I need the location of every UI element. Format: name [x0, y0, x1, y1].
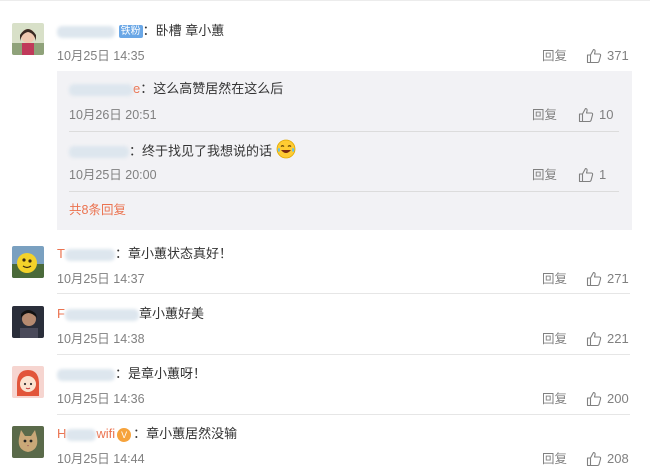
blurred-username [57, 25, 115, 38]
sub-reply-time: 10月25日 20:00 [69, 168, 157, 182]
comment-item: T ：章小蕙状态真好！ 10月25日 14:37 回复 271 [0, 244, 650, 294]
fan-badge: 铁粉 [118, 25, 143, 39]
avatar-cat-icon[interactable] [12, 426, 44, 458]
username-link[interactable]: T [57, 244, 115, 264]
like-button[interactable]: 371 [586, 46, 629, 66]
comment-text: 章小蕙好美 [138, 306, 204, 321]
like-count: 200 [607, 391, 629, 406]
laughing-tears-emoji [276, 139, 296, 165]
username-link[interactable] [69, 141, 129, 161]
blurred-username [64, 308, 139, 321]
avatar-dark-portrait-icon[interactable] [12, 306, 44, 338]
username-link[interactable]: e [69, 79, 140, 99]
blurred-username [64, 248, 115, 261]
sub-reply-text: ：这么高赞居然在这么后 [140, 81, 284, 96]
like-button[interactable]: 200 [586, 389, 629, 409]
thumbs-up-icon [578, 107, 594, 123]
sub-divider [69, 191, 619, 192]
comment-time: 10月25日 14:35 [57, 49, 145, 63]
comment-divider [57, 293, 630, 294]
sub-reply-header: e：这么高赞居然在这么后 [69, 79, 283, 99]
username-link[interactable]: F [57, 304, 139, 324]
sub-divider [69, 131, 619, 132]
username-link[interactable]: 铁粉 [57, 21, 143, 41]
thumbs-up-icon [578, 167, 594, 183]
comment-time: 10月25日 14:44 [57, 452, 145, 466]
like-count: 271 [607, 271, 629, 286]
comment-text: ：章小蕙居然没输 [133, 426, 238, 441]
like-count: 221 [607, 331, 629, 346]
more-replies-link[interactable]: 共8条回复 [69, 201, 126, 219]
like-count: 1 [599, 167, 607, 182]
comment-header: ：是章小蕙呀！ [57, 364, 206, 384]
sub-reply-header: ：终于找见了我想说的话 [69, 139, 296, 159]
sub-reply-text: ：终于找见了我想说的话 [129, 143, 273, 159]
like-button[interactable]: 271 [586, 269, 629, 289]
comment-text: ：卧槽 章小蕙 [142, 23, 225, 38]
reply-button[interactable]: 回复 [542, 47, 567, 65]
comment-item: 铁粉 ：卧槽 章小蕙 10月25日 14:35 回复 371 [0, 21, 650, 71]
sub-reply-time: 10月26日 20:51 [69, 108, 157, 122]
comment-header: F 章小蕙好美 [57, 304, 204, 324]
like-button[interactable]: 221 [586, 329, 629, 349]
sub-reply-item: e：这么高赞居然在这么后 10月26日 20:51 回复 10 [57, 79, 632, 129]
thumbs-up-icon [586, 48, 602, 64]
comment-time: 10月25日 14:38 [57, 332, 145, 346]
comment-item: Hwifi V ：章小蕙居然没输 10月25日 14:44 回复 208 [0, 424, 650, 473]
blurred-username [57, 368, 115, 381]
avatar-yellow-fruit-icon[interactable] [12, 246, 44, 278]
comment-text: ：是章小蕙呀！ [115, 366, 207, 381]
comment-item: F 章小蕙好美 10月25日 14:38 回复 221 [0, 304, 650, 354]
avatar-cartoon-girl-icon[interactable] [12, 366, 44, 398]
comment-text: ：章小蕙状态真好！ [114, 246, 232, 261]
thumbs-up-icon [586, 331, 602, 347]
comment-header: 铁粉 ：卧槽 章小蕙 [57, 21, 224, 41]
comment-time: 10月25日 14:36 [57, 392, 145, 406]
blurred-username [66, 428, 97, 441]
vip-badge-icon: V [117, 427, 132, 442]
like-button[interactable]: 10 [578, 105, 613, 125]
like-button[interactable]: 1 [578, 165, 606, 185]
comment-item: ：是章小蕙呀！ 10月25日 14:36 回复 200 [0, 364, 650, 414]
comment-divider [57, 414, 630, 415]
sub-reply-item: ：终于找见了我想说的话 10月25日 20:00 回复 1 [57, 139, 632, 189]
like-count: 371 [607, 48, 629, 63]
blurred-username [69, 146, 129, 158]
comment-header: Hwifi V ：章小蕙居然没输 [57, 424, 237, 444]
reply-button[interactable]: 回复 [532, 166, 557, 184]
comment-time: 10月25日 14:37 [57, 272, 145, 286]
like-count: 208 [607, 451, 629, 466]
like-count: 10 [599, 107, 614, 122]
thumbs-up-icon [586, 271, 602, 287]
comment-divider [57, 354, 630, 355]
username-link[interactable] [57, 364, 115, 384]
reply-button[interactable]: 回复 [542, 450, 567, 468]
reply-button[interactable]: 回复 [542, 270, 567, 288]
reply-button[interactable]: 回复 [532, 106, 557, 124]
top-divider [0, 0, 650, 1]
blurred-username [69, 83, 133, 96]
thumbs-up-icon [586, 451, 602, 467]
sub-replies-panel: e：这么高赞居然在这么后 10月26日 20:51 回复 10 ：终于找见了我想… [57, 71, 632, 230]
username-link[interactable]: Hwifi [57, 424, 115, 444]
reply-button[interactable]: 回复 [542, 390, 567, 408]
comment-header: T ：章小蕙状态真好！ [57, 244, 232, 264]
thumbs-up-icon [586, 391, 602, 407]
avatar-woman-portrait-icon[interactable] [12, 23, 44, 55]
reply-button[interactable]: 回复 [542, 330, 567, 348]
like-button[interactable]: 208 [586, 449, 629, 469]
